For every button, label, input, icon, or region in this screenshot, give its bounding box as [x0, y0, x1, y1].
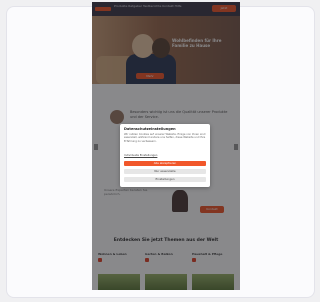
dialog-body-text: Wir nutzen Cookies auf unserer Website. … [124, 133, 206, 143]
dialog-title: Datenschutzeinstellungen [124, 127, 176, 131]
individual-settings-link[interactable]: Individuelle Einstellungen [124, 154, 157, 157]
essential-only-button[interactable]: Nur essenzielle [124, 169, 206, 174]
settings-button[interactable]: Einstellungen [124, 177, 206, 182]
cookie-consent-dialog: Datenschutzeinstellungen Wir nutzen Cook… [120, 124, 210, 187]
accept-all-button[interactable]: Alle akzeptieren [124, 161, 206, 166]
